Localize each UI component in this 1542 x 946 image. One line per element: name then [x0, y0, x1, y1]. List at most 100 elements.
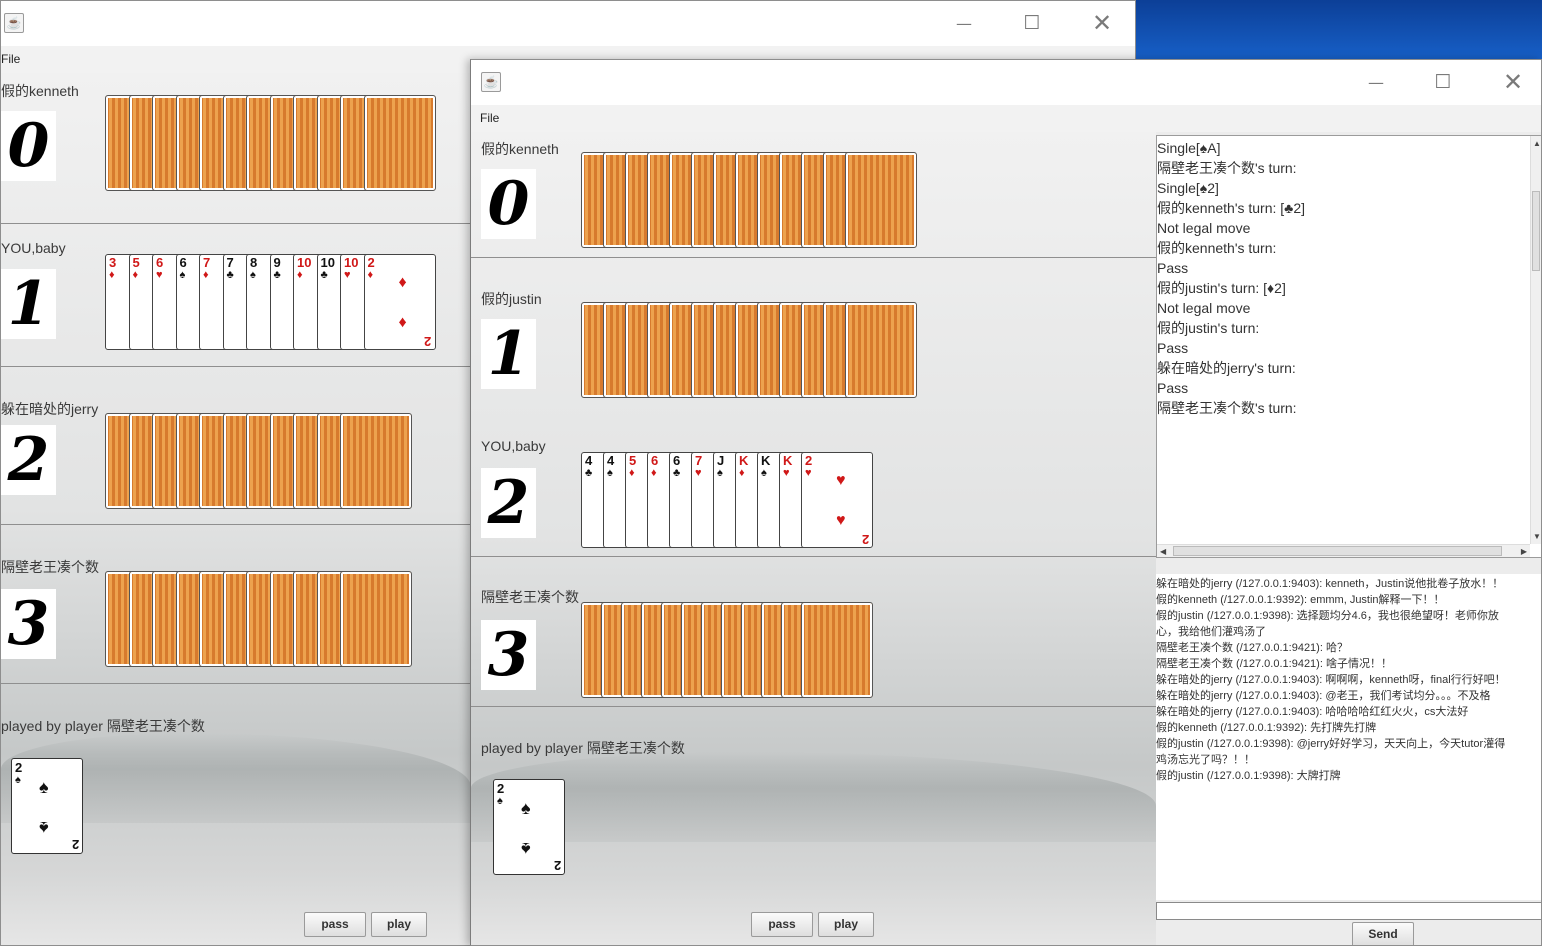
chat-message: 假的kenneth (/127.0.0.1:9392): emmm, Justi… [1156, 594, 1445, 606]
chat-message: 躲在暗处的jerry (/127.0.0.1:9403): 啊啊啊，kennet… [1156, 674, 1506, 686]
player-avatar: 1 [481, 319, 536, 389]
play-button[interactable]: play [371, 912, 427, 937]
scroll-thumb[interactable] [1173, 546, 1502, 556]
card-rank: 10 [320, 255, 335, 270]
card-suit: ♦ [629, 467, 635, 479]
pass-button[interactable]: pass [751, 912, 813, 937]
card-back [363, 95, 436, 191]
player-row: 假的kenneth 0 [471, 132, 1156, 258]
player-name: 隔壁老王凑个数 [481, 589, 579, 605]
game-log-panel[interactable]: Single[♠A] 隔壁老王凑个数's turn: Single[♠2] 假的ken… [1156, 135, 1541, 558]
card-rank: 7 [203, 255, 211, 270]
scroll-up-icon[interactable]: ▲ [1533, 138, 1541, 149]
pass-button[interactable]: pass [304, 912, 366, 937]
minimize-icon[interactable]: — [1353, 60, 1399, 105]
card-suit: ♥ [695, 467, 702, 479]
card-back [340, 413, 412, 509]
scroll-down-icon[interactable]: ▼ [1533, 531, 1541, 542]
card-suit: ♥ [805, 467, 812, 479]
scroll-right-icon[interactable]: ▶ [1521, 546, 1527, 557]
hand-card[interactable]: 2 ♥ ♥ ♥ 2 [801, 452, 873, 548]
chat-message: 躲在暗处的jerry (/127.0.0.1:9403): 哈哈哈哈红红火火，c… [1156, 706, 1469, 718]
log-line: 隔壁老王凑个数's turn: [1157, 160, 1297, 176]
card-rank-bottom: 2 [424, 334, 432, 349]
menu-file[interactable]: File [471, 111, 499, 125]
card-suit: ♠ [15, 774, 21, 786]
card-suit: ♠ [717, 467, 723, 479]
player-row: 假的kenneth 0 [1, 73, 471, 224]
log-line: 假的kenneth's turn: [1157, 240, 1277, 256]
player-avatar: 0 [481, 169, 536, 239]
spade-icon: ♠ [521, 839, 531, 859]
log-line: Pass [1157, 260, 1189, 276]
spade-icon: ♠ [39, 777, 49, 797]
hand-card[interactable]: 2 ♦ ♦ ♦ 2 [363, 254, 436, 350]
maximize-icon[interactable]: ☐ [1009, 1, 1055, 46]
title-bar: ☕ — ☐ ✕ [471, 60, 1541, 105]
maximize-icon[interactable]: ☐ [1420, 60, 1466, 105]
minimize-icon[interactable]: — [941, 1, 987, 46]
action-bar: pass play [471, 909, 1156, 945]
card-rank: 2 [15, 760, 23, 775]
player-name: YOU,baby [1, 240, 66, 256]
card-rank: K [739, 453, 749, 468]
log-line: Not legal move [1157, 220, 1251, 236]
chat-message: 假的kenneth (/127.0.0.1:9392): 先打牌先打牌 [1156, 722, 1377, 734]
card-suit: ♠ [179, 269, 186, 281]
close-icon[interactable]: ✕ [1079, 1, 1125, 46]
game-log: Single[♠A] 隔壁老王凑个数's turn: Single[♠2] 假的ken… [1157, 138, 1532, 418]
card-suit: ♠ [250, 269, 256, 281]
card-back [845, 302, 917, 398]
log-line: Single[♠A] [1157, 140, 1221, 156]
card-suit: ♣ [226, 269, 234, 281]
vertical-scrollbar[interactable]: ▲ ▼ [1530, 136, 1541, 544]
card-back [340, 571, 412, 667]
player-avatar: 0 [1, 111, 56, 181]
log-line: 躲在暗处的jerry's turn: [1157, 360, 1296, 376]
log-line: Pass [1157, 380, 1189, 396]
card-rank: 7 [226, 255, 234, 270]
card-rank: 4 [585, 453, 593, 468]
card-back [845, 152, 917, 248]
player-row: 隔壁老王凑个数 3 [471, 557, 1156, 707]
chat-input[interactable] [1156, 902, 1541, 920]
player-avatar: 3 [481, 620, 536, 690]
card-rank: 6 [156, 255, 164, 270]
scroll-thumb[interactable] [1532, 191, 1540, 271]
card-suit: ♥ [156, 269, 163, 281]
send-button[interactable]: Send [1352, 922, 1414, 945]
suit-icon: ♦ [398, 314, 407, 331]
close-icon[interactable]: ✕ [1490, 60, 1536, 105]
game-window-front: ☕ — ☐ ✕ File 假的kenneth 0 假的justin 1 YOU,… [470, 59, 1542, 946]
menu-bar: File [471, 105, 1541, 132]
played-label: played by player 隔壁老王凑个数 [481, 740, 685, 756]
card-back [801, 602, 873, 698]
log-line: 假的justin's turn: [1157, 320, 1260, 336]
card-suit: ♠ [607, 467, 613, 479]
card-rank: 5 [629, 453, 637, 468]
log-line: Pass [1157, 340, 1189, 356]
menu-file[interactable]: File [1, 52, 20, 66]
suit-icon: ♥ [836, 512, 846, 529]
card-suit: ♦ [297, 269, 303, 281]
card-rank: J [717, 453, 725, 468]
player-name: YOU,baby [481, 438, 546, 454]
player-name: 假的kenneth [1, 83, 79, 99]
chat-message: 隔壁老王凑个数 (/127.0.0.1:9421): 哈？ [1156, 642, 1348, 654]
card-suit: ♦ [739, 467, 745, 479]
scroll-left-icon[interactable]: ◀ [1160, 546, 1166, 557]
player-row: 躲在暗处的jerry 2 [1, 367, 471, 525]
card-rank: 6 [673, 453, 681, 468]
play-button[interactable]: play [818, 912, 874, 937]
card-rank: 4 [607, 453, 615, 468]
chat-message: 假的justin (/127.0.0.1:9398): @jerry好好学习，天… [1156, 738, 1506, 750]
player-row: 假的justin 1 [471, 258, 1156, 408]
horizontal-scrollbar[interactable]: ◀ ▶ [1157, 544, 1530, 557]
chat-message: 隔壁老王凑个数 (/127.0.0.1:9421): 啥子情况！！ [1156, 658, 1392, 670]
player-name: 假的kenneth [481, 141, 559, 157]
player-avatar: 2 [481, 468, 536, 538]
card-suit: ♦ [132, 269, 139, 281]
chat-message: 心，我给他们灌鸡汤了 [1156, 626, 1266, 638]
card-suit: ♣ [273, 269, 281, 281]
chat-message: 躲在暗处的jerry (/127.0.0.1:9403): @老王，我们考试均分… [1156, 690, 1491, 702]
